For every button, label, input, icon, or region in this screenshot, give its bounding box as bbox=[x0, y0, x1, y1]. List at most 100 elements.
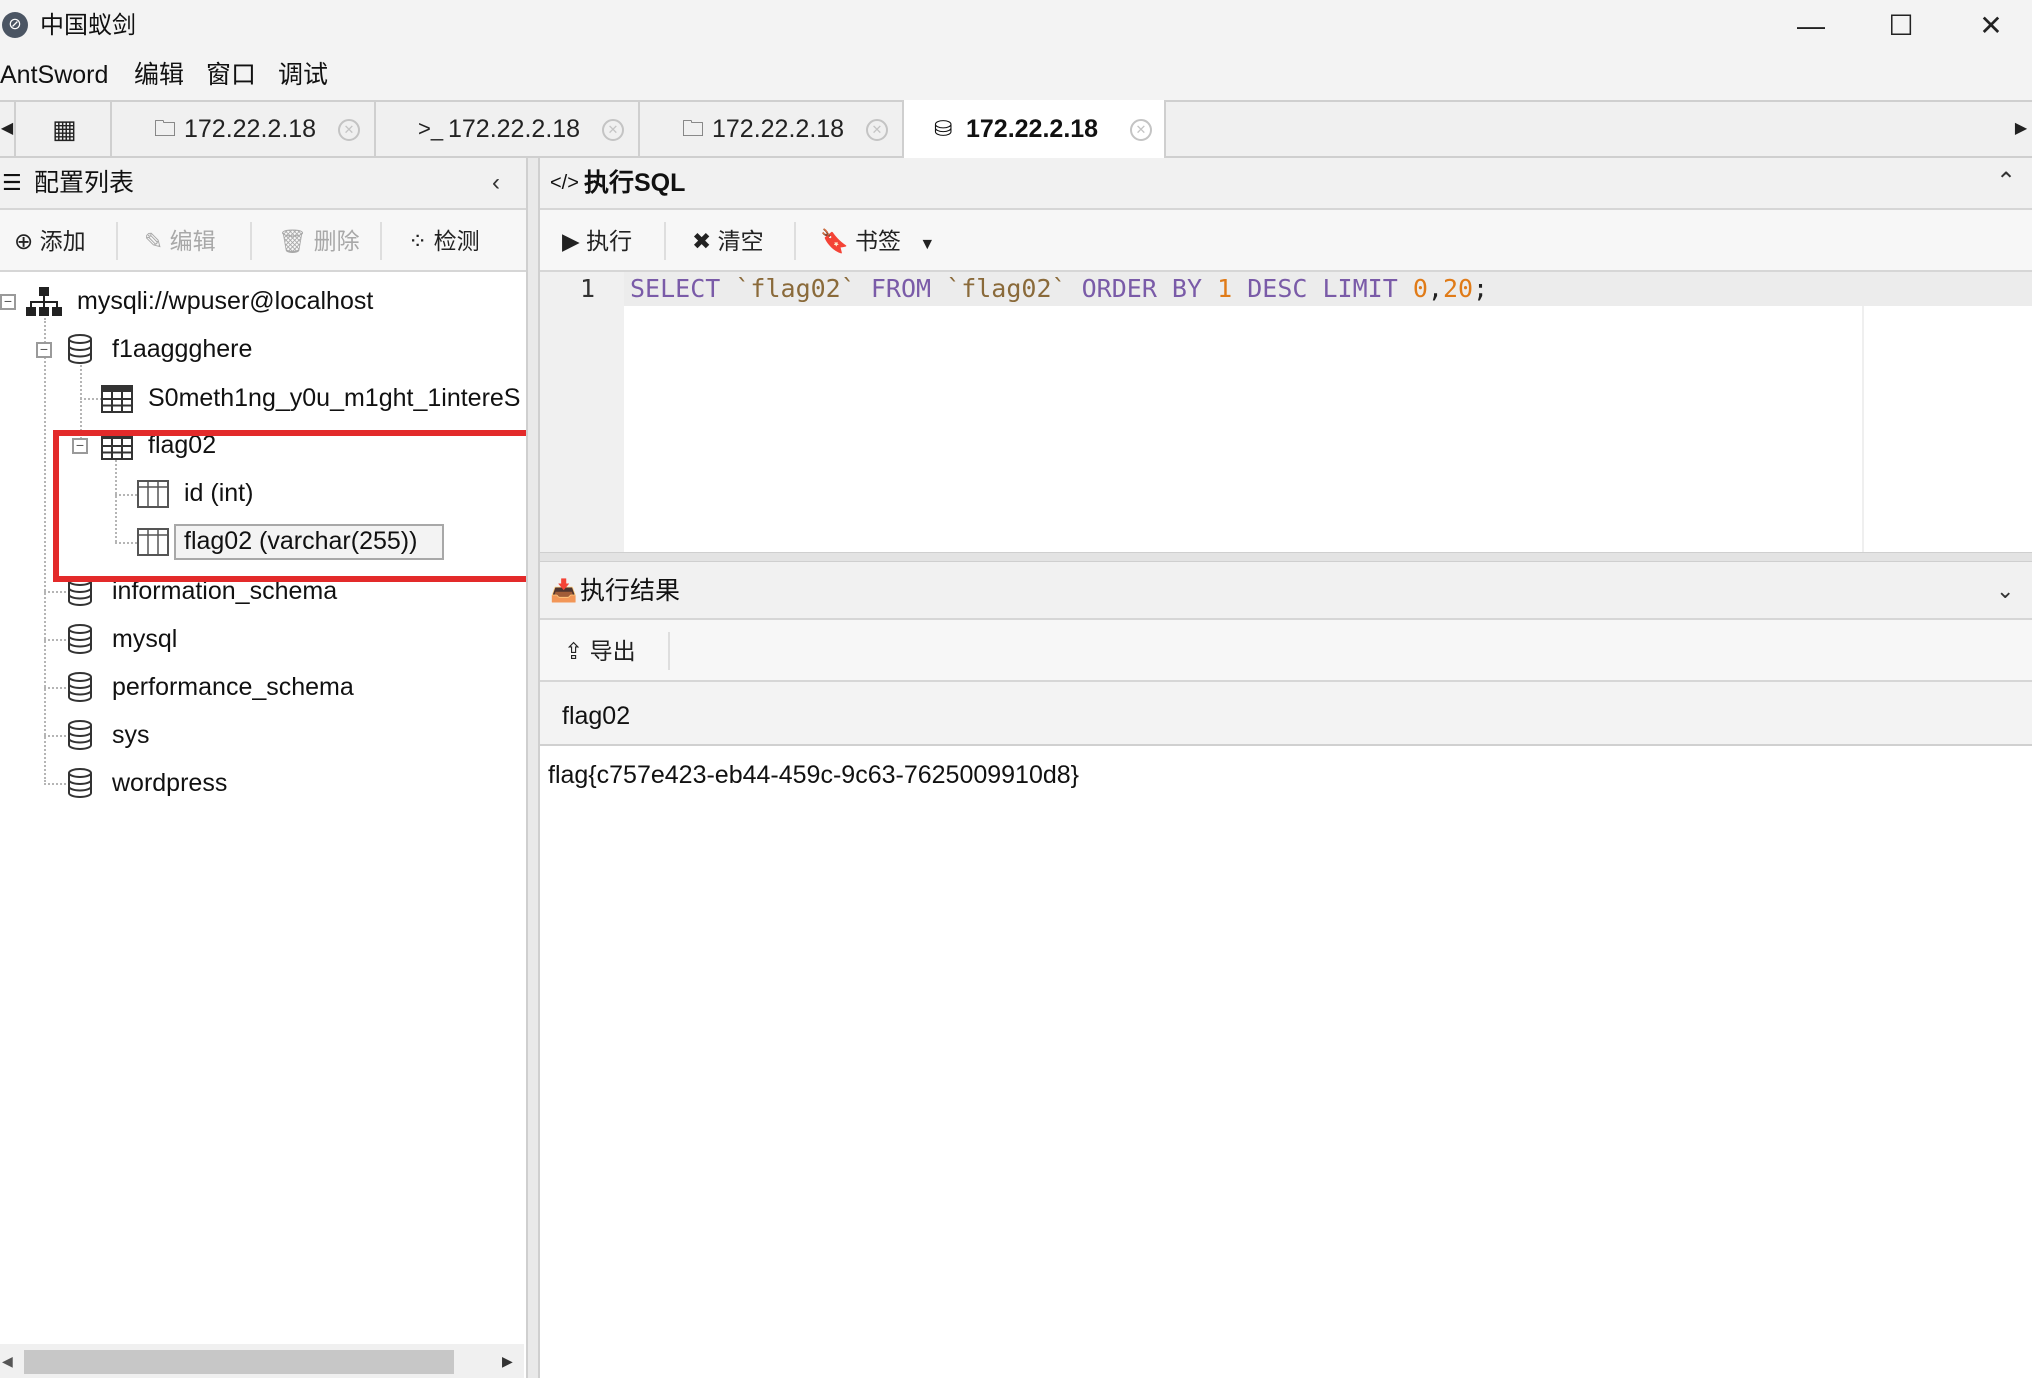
config-list-title: 配置列表 bbox=[34, 169, 135, 197]
tree-guide bbox=[80, 398, 102, 400]
results-toolbar bbox=[540, 620, 2032, 682]
tree-database-label[interactable]: mysql bbox=[112, 622, 177, 656]
window-title: 中国蚁剑 bbox=[40, 12, 136, 39]
tree-database-label[interactable]: performance_schema bbox=[112, 670, 354, 704]
tab-close-icon[interactable]: ✕ bbox=[866, 119, 888, 141]
sql-query-text[interactable]: SELECT `flag02` FROM `flag02` ORDER BY 1… bbox=[630, 272, 1488, 306]
execute-sql-title: 执行SQL bbox=[584, 169, 686, 197]
tab-home[interactable]: ▦ bbox=[14, 100, 112, 158]
sql-token-plain bbox=[1232, 274, 1247, 303]
sql-editor[interactable] bbox=[540, 272, 2032, 552]
tree-collapse-toggle[interactable]: − bbox=[36, 342, 52, 358]
tree-guide bbox=[44, 783, 66, 785]
tree-table-label[interactable]: S0meth1ng_y0u_m1ght_1intereS bbox=[148, 381, 526, 415]
sql-token-plain bbox=[1202, 274, 1217, 303]
tree-guide bbox=[44, 591, 66, 593]
sql-token-number: 0 bbox=[1412, 274, 1428, 303]
tree-guide bbox=[44, 687, 66, 689]
clear-label: 清空 bbox=[717, 228, 764, 254]
sql-token-plain bbox=[1067, 274, 1082, 303]
tab-label: 172.22.2.18 bbox=[448, 115, 581, 143]
maximize-button[interactable]: ☐ bbox=[1856, 0, 1946, 52]
tab-label: 172.22.2.18 bbox=[966, 115, 1099, 143]
toolbar-divider bbox=[794, 222, 796, 260]
toolbar-divider bbox=[664, 222, 666, 260]
plus-circle-icon: ⊕ bbox=[14, 228, 34, 254]
tab-file-manager-2[interactable]: 🗀 172.22.2.18 ✕ bbox=[640, 100, 904, 158]
database-icon bbox=[68, 672, 92, 702]
sql-token-plain: , bbox=[1427, 274, 1443, 303]
editor-gutter bbox=[540, 272, 624, 552]
tab-file-manager-1[interactable]: 🗀 172.22.2.18 ✕ bbox=[112, 100, 376, 158]
results-grid-header bbox=[540, 682, 2032, 746]
list-icon: ☰ bbox=[2, 170, 22, 195]
column-header[interactable]: flag02 bbox=[562, 699, 630, 733]
code-icon: </> bbox=[550, 172, 579, 194]
toolbar-divider bbox=[250, 222, 252, 260]
export-button[interactable]: ⇪ 导出 bbox=[564, 620, 636, 682]
print-margin bbox=[1862, 306, 1864, 552]
toolbar-divider bbox=[668, 632, 670, 670]
sql-token-identifier: `flag02` bbox=[946, 274, 1067, 303]
red-highlight-annotation bbox=[53, 430, 539, 582]
check-button[interactable]: ⁘ 检测 bbox=[408, 210, 480, 272]
bookmark-button[interactable]: 🔖 书签 ▼ bbox=[820, 210, 935, 272]
database-icon bbox=[68, 768, 92, 798]
result-cell[interactable]: flag{c757e423-eb44-459c-9c63-7625009910d… bbox=[548, 758, 1079, 792]
menu-debug[interactable]: 调试 bbox=[278, 58, 328, 92]
scroll-right-icon[interactable]: ▶ bbox=[502, 1344, 513, 1378]
bookmark-icon: 🔖 bbox=[820, 228, 849, 254]
tab-close-icon[interactable]: ✕ bbox=[602, 119, 624, 141]
tab-close-icon[interactable]: ✕ bbox=[338, 119, 360, 141]
tree-database-label[interactable]: sys bbox=[112, 718, 150, 752]
run-button[interactable]: ▶ 执行 bbox=[562, 210, 632, 272]
play-icon: ▶ bbox=[562, 228, 580, 254]
collapse-left-icon[interactable]: ‹ bbox=[492, 166, 500, 200]
check-label: 检测 bbox=[433, 228, 480, 254]
menu-window[interactable]: 窗口 bbox=[206, 58, 256, 92]
caret-down-icon: ▼ bbox=[919, 236, 936, 253]
toolbar-divider bbox=[380, 222, 382, 260]
scrollbar-thumb[interactable] bbox=[24, 1350, 454, 1374]
clear-button[interactable]: ✖ 清空 bbox=[692, 210, 764, 272]
tab-scroll-right-icon[interactable]: ▶ bbox=[2014, 100, 2028, 158]
minimize-button[interactable]: — bbox=[1766, 0, 1856, 52]
run-label: 执行 bbox=[586, 228, 633, 254]
line-number: 1 bbox=[580, 274, 596, 303]
menu-edit[interactable]: 编辑 bbox=[134, 58, 184, 92]
bookmark-label: 书签 bbox=[855, 228, 902, 254]
edit-label: 编辑 bbox=[169, 228, 216, 254]
add-button[interactable]: ⊕ 添加 bbox=[14, 210, 86, 272]
menu-antsword[interactable]: AntSword bbox=[0, 58, 108, 92]
tab-database[interactable]: ⛁ 172.22.2.18 ✕ bbox=[904, 100, 1166, 158]
sql-token-keyword: FROM bbox=[870, 274, 932, 303]
scroll-left-icon[interactable]: ◀ bbox=[2, 1344, 13, 1378]
sql-token-plain bbox=[856, 274, 871, 303]
tab-scroll-left-icon[interactable]: ◀ bbox=[0, 100, 14, 158]
sql-token-plain: ; bbox=[1473, 274, 1489, 303]
sql-token-plain bbox=[720, 274, 735, 303]
toolbar-divider bbox=[116, 222, 118, 260]
editor-results-splitter[interactable] bbox=[540, 552, 2032, 562]
tab-terminal[interactable]: >_ 172.22.2.18 ✕ bbox=[376, 100, 640, 158]
chevron-down-icon[interactable]: ⌄ bbox=[1996, 574, 2014, 608]
tree-database-label[interactable]: wordpress bbox=[112, 766, 227, 800]
panel-resize-divider[interactable] bbox=[526, 158, 540, 1378]
tree-connection-label[interactable]: mysqli://wpuser@localhost bbox=[77, 284, 373, 318]
sql-token-plain bbox=[1398, 274, 1413, 303]
tree-database-label[interactable]: f1aaggghere bbox=[112, 332, 252, 366]
tree-guide bbox=[44, 735, 66, 737]
close-window-button[interactable]: ✕ bbox=[1946, 0, 2032, 52]
sql-toolbar bbox=[540, 210, 2032, 272]
sitemap-icon bbox=[26, 287, 62, 316]
chevron-up-icon[interactable]: ⌃ bbox=[1996, 162, 2016, 202]
tab-close-icon[interactable]: ✕ bbox=[1130, 119, 1152, 141]
sql-token-identifier: `flag02` bbox=[735, 274, 856, 303]
execute-sql-header bbox=[540, 158, 2032, 210]
delete-button[interactable]: 🗑 删除 bbox=[278, 210, 360, 272]
tree-collapse-toggle[interactable]: − bbox=[0, 294, 16, 310]
grid-icon: ▦ bbox=[52, 114, 77, 144]
delete-label: 删除 bbox=[313, 228, 360, 254]
edit-button[interactable]: ✎ 编辑 bbox=[144, 210, 216, 272]
spinner-icon: ⁘ bbox=[408, 228, 428, 254]
